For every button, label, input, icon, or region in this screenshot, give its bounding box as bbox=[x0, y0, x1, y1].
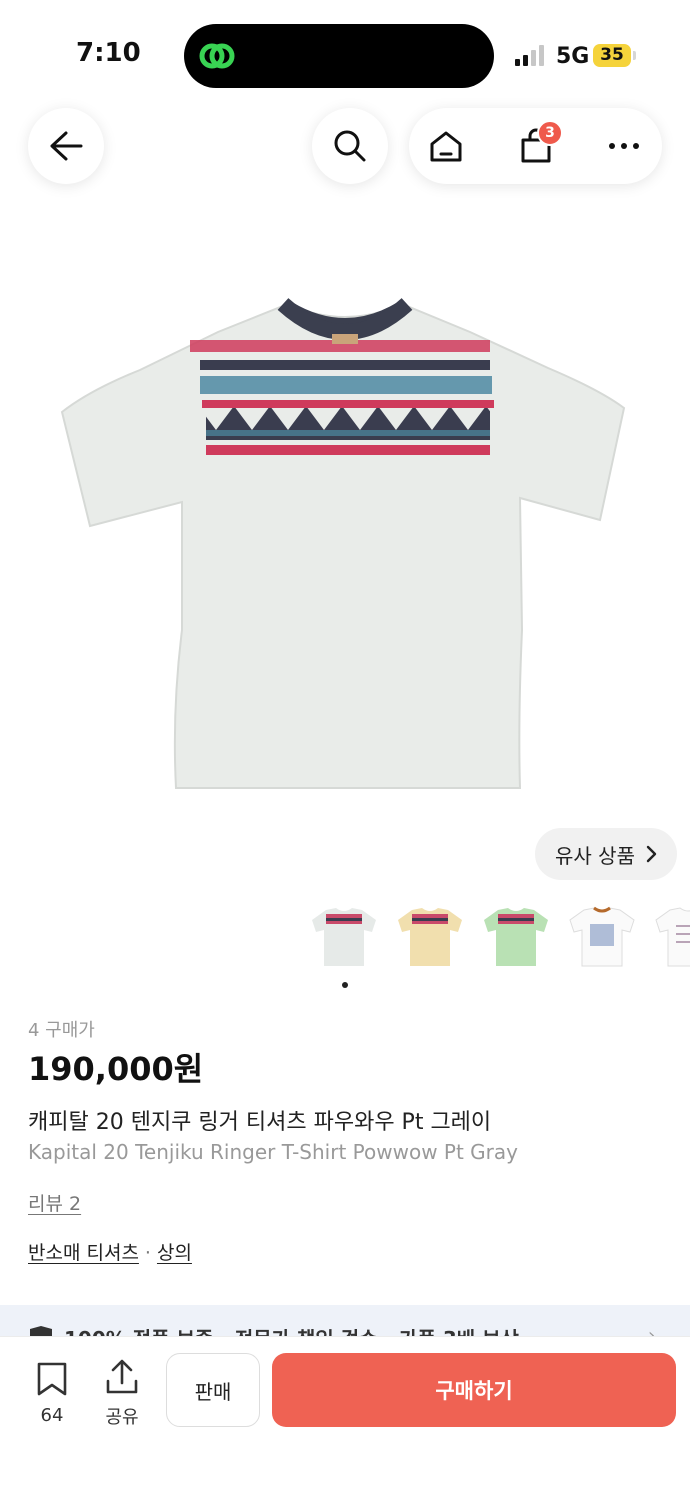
bookmark-icon bbox=[37, 1362, 67, 1396]
back-button[interactable] bbox=[28, 108, 104, 184]
similar-products-label: 유사 상품 bbox=[555, 843, 635, 868]
signal-icon bbox=[515, 44, 547, 66]
status-bar: 7:10 5G 35 bbox=[0, 0, 690, 90]
bookmark-button[interactable]: 64 bbox=[24, 1361, 80, 1427]
thumbnail-white-print-tshirt[interactable] bbox=[564, 898, 640, 974]
thumbnail-striped-tshirt[interactable] bbox=[650, 898, 690, 974]
product-price: 190,000원 bbox=[28, 1050, 204, 1088]
nav-actions: 3 bbox=[409, 108, 662, 184]
share-label: 공유 bbox=[105, 1407, 139, 1428]
category-separator: · bbox=[144, 1242, 151, 1264]
home-icon bbox=[430, 131, 462, 162]
home-button[interactable] bbox=[411, 108, 481, 184]
thumbnail-green-tshirt[interactable] bbox=[478, 898, 554, 974]
battery-icon: 35 bbox=[593, 44, 631, 67]
cart-count-badge: 3 bbox=[537, 120, 563, 146]
product-name-korean: 캐피탈 20 텐지쿠 링거 티셔츠 파우와우 Pt 그레이 bbox=[28, 1110, 492, 1135]
product-image[interactable] bbox=[0, 240, 690, 840]
category-breadcrumb: 반소매 티셔츠 · 상의 bbox=[28, 1238, 192, 1265]
carousel-indicator bbox=[342, 982, 348, 988]
more-button[interactable] bbox=[589, 108, 659, 184]
more-icon bbox=[609, 143, 639, 149]
category-sub-link[interactable]: 상의 bbox=[157, 1242, 192, 1264]
similar-products-button[interactable]: 유사 상품 bbox=[535, 828, 677, 880]
image-thumbnails bbox=[306, 898, 690, 974]
app-activity-icon bbox=[199, 43, 235, 69]
network-label: 5G bbox=[556, 44, 590, 69]
thumbnail-gray-tshirt[interactable] bbox=[306, 898, 382, 974]
thumbnail-yellow-tshirt[interactable] bbox=[392, 898, 468, 974]
purchase-count: 4 구매가 bbox=[28, 1020, 95, 1041]
buy-button[interactable]: 구매하기 bbox=[272, 1353, 676, 1427]
product-name-english: Kapital 20 Tenjiku Ringer T-Shirt Powwow… bbox=[28, 1140, 518, 1164]
sell-button[interactable]: 판매 bbox=[166, 1353, 260, 1427]
chevron-right-icon bbox=[646, 845, 657, 863]
review-link[interactable]: 리뷰 2 bbox=[28, 1189, 81, 1216]
back-arrow-icon bbox=[50, 131, 83, 161]
share-button[interactable]: 공유 bbox=[94, 1359, 150, 1428]
bottom-action-bar: 64 공유 판매 구매하기 bbox=[0, 1336, 690, 1500]
bookmark-count: 64 bbox=[40, 1405, 64, 1426]
search-icon bbox=[334, 130, 366, 162]
cart-button[interactable] bbox=[501, 108, 571, 184]
status-time: 7:10 bbox=[76, 38, 141, 68]
share-icon bbox=[106, 1359, 138, 1394]
category-main-link[interactable]: 반소매 티셔츠 bbox=[28, 1242, 139, 1264]
search-button[interactable] bbox=[312, 108, 388, 184]
dynamic-island bbox=[184, 24, 494, 88]
battery-tip bbox=[633, 51, 636, 60]
